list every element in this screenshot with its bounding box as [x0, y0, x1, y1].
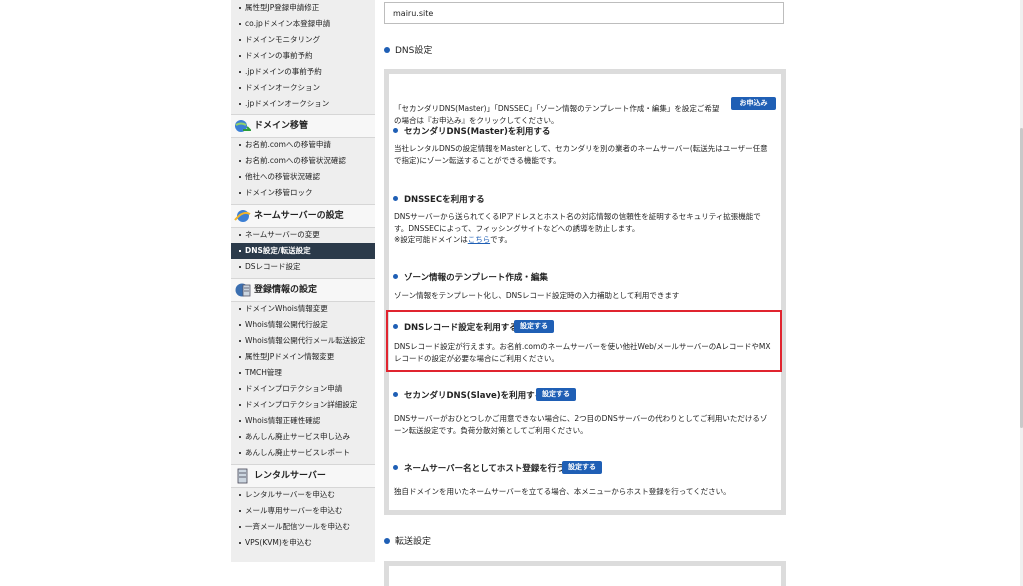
sidebar-section-registration: 登録情報の設定 [231, 278, 375, 302]
bullet-icon [239, 372, 241, 374]
sidebar-item-protection-apply[interactable]: ドメインプロテクション申請 [231, 381, 375, 397]
bullet-icon [239, 192, 241, 194]
bullet-icon [239, 340, 241, 342]
bullet-icon [239, 7, 241, 9]
sidebar-item-mail-server[interactable]: メール専用サーバーを申込む [231, 503, 375, 519]
bullet-icon [384, 47, 390, 53]
sidebar-section-transfer: ドメイン移管 [231, 114, 375, 138]
sidebar-item-cojp-register[interactable]: co.jpドメイン本登録申請 [231, 16, 375, 32]
bullet-icon [239, 494, 241, 496]
domain-input[interactable] [384, 2, 784, 24]
sidebar-item-domain-auction[interactable]: ドメインオークション [231, 80, 375, 96]
globe-server-icon [234, 210, 251, 222]
sidebar-item-tmch[interactable]: TMCH管理 [231, 365, 375, 381]
intro-text: 「セカンダリDNS(Master)」「DNSSEC」「ゾーン情報のテンプレート作… [394, 104, 720, 125]
bullet-icon [393, 274, 398, 279]
host-registration-settings-button[interactable]: 設定する [562, 461, 602, 474]
bullet-icon [239, 39, 241, 41]
host-registration-title: ネームサーバー名としてホスト登録を行う [393, 462, 565, 474]
secondary-master-title: セカンダリDNS(Master)を利用する [393, 125, 550, 137]
server-icon [237, 468, 248, 484]
sidebar: 属性型JP登録申請修正 co.jpドメイン本登録申請 ドメインモニタリング ドメ… [231, 0, 375, 562]
sidebar-item-jp-preorder[interactable]: .jpドメインの事前予約 [231, 64, 375, 80]
dnssec-note: ※設定可能ドメインはこちらです。 [394, 235, 512, 244]
bullet-icon [239, 356, 241, 358]
secondary-slave-title: セカンダリDNS(Slave)を利用する [393, 389, 543, 401]
bullet-icon [239, 103, 241, 105]
sidebar-item-jp-attribute-info[interactable]: 属性型JPドメイン情報変更 [231, 349, 375, 365]
dnssec-domains-link[interactable]: こちら [468, 235, 490, 244]
sidebar-item-transfer-status[interactable]: お名前.comへの移管状況確認 [231, 153, 375, 169]
forward-panel [384, 561, 786, 586]
sidebar-item-protection-detail[interactable]: ドメインプロテクション詳細設定 [231, 397, 375, 413]
sidebar-item-domain-preorder[interactable]: ドメインの事前予約 [231, 48, 375, 64]
sidebar-item-vps[interactable]: VPS(KVM)を申込む [231, 535, 375, 551]
bullet-icon [239, 308, 241, 310]
sidebar-section-rental: レンタルサーバー [231, 464, 375, 488]
highlight-box [386, 310, 782, 372]
host-registration-desc: 独自ドメインを用いたネームサーバーを立てる場合、本メニューからホスト登録を行って… [394, 487, 731, 496]
sidebar-item-anshin-apply[interactable]: あんしん廃止サービス申し込み [231, 429, 375, 445]
sidebar-item-transfer-apply[interactable]: お名前.comへの移管申請 [231, 137, 375, 153]
globe-transfer-icon [235, 120, 251, 132]
bullet-icon [384, 538, 390, 544]
dnssec-title: DNSSECを利用する [393, 193, 485, 205]
secondary-master-desc: 当社レンタルDNSの設定情報をMasterとして、セカンダリを別の業者のネームサ… [394, 144, 768, 165]
sidebar-item-transfer-out-status[interactable]: 他社への移管状況確認 [231, 169, 375, 185]
sidebar-item-jp-attribute-fix[interactable]: 属性型JP登録申請修正 [231, 0, 375, 16]
bullet-icon [393, 196, 398, 201]
bullet-icon [239, 250, 241, 252]
sidebar-item-ds-record[interactable]: DSレコード設定 [231, 259, 375, 275]
sidebar-item-whois-proxy-mail[interactable]: Whois情報公開代行メール転送設定 [231, 333, 375, 349]
bullet-icon [239, 526, 241, 528]
bullet-icon [393, 128, 398, 133]
sidebar-item-bulk-mail[interactable]: 一斉メール配信ツールを申込む [231, 519, 375, 535]
sidebar-item-rental-server[interactable]: レンタルサーバーを申込む [231, 487, 375, 503]
sidebar-item-domain-monitoring[interactable]: ドメインモニタリング [231, 32, 375, 48]
bullet-icon [239, 452, 241, 454]
sidebar-item-anshin-report[interactable]: あんしん廃止サービスレポート [231, 445, 375, 461]
zone-template-desc: ゾーン情報をテンプレート化し、DNSレコード設定時の入力補助として利用できます [394, 291, 680, 300]
bullet-icon [239, 144, 241, 146]
sidebar-item-transfer-lock[interactable]: ドメイン移管ロック [231, 185, 375, 201]
bullet-icon [239, 420, 241, 422]
sidebar-item-nameserver-change[interactable]: ネームサーバーの変更 [231, 227, 375, 243]
sidebar-item-jp-auction[interactable]: .jpドメインオークション [231, 96, 375, 112]
secondary-slave-settings-button[interactable]: 設定する [536, 388, 576, 401]
bullet-icon [239, 23, 241, 25]
bullet-icon [239, 55, 241, 57]
bullet-icon [239, 542, 241, 544]
bullet-icon [239, 71, 241, 73]
bullet-icon [239, 266, 241, 268]
sidebar-item-dns-settings[interactable]: DNS設定/転送設定 [231, 243, 375, 259]
bullet-icon [239, 324, 241, 326]
sidebar-item-whois-change[interactable]: ドメインWhois情報変更 [231, 301, 375, 317]
sidebar-section-nameserver: ネームサーバーの設定 [231, 204, 375, 228]
bullet-icon [239, 87, 241, 89]
zone-template-title: ゾーン情報のテンプレート作成・編集 [393, 271, 548, 283]
bullet-icon [239, 510, 241, 512]
sidebar-item-whois-proxy[interactable]: Whois情報公開代行設定 [231, 317, 375, 333]
secondary-slave-desc: DNSサーバーがおひとつしかご用意できない場合に、2つ目のDNSサーバーの代わり… [394, 414, 768, 435]
bullet-icon [239, 436, 241, 438]
apply-button[interactable]: お申込み [731, 97, 776, 110]
forward-section-title: 転送設定 [384, 534, 431, 547]
bullet-icon [239, 176, 241, 178]
bullet-icon [239, 388, 241, 390]
bullet-icon [239, 234, 241, 236]
sidebar-item-whois-accuracy[interactable]: Whois情報正確性確認 [231, 413, 375, 429]
bullet-icon [393, 392, 398, 397]
dnssec-desc: DNSサーバーから送られてくるIPアドレスとホスト名の対応情報の信頼性を証明する… [394, 212, 761, 233]
server-stack-icon [235, 283, 251, 297]
bullet-icon [239, 404, 241, 406]
bullet-icon [239, 160, 241, 162]
bullet-icon [393, 465, 398, 470]
dns-section-title: DNS設定 [384, 43, 432, 56]
